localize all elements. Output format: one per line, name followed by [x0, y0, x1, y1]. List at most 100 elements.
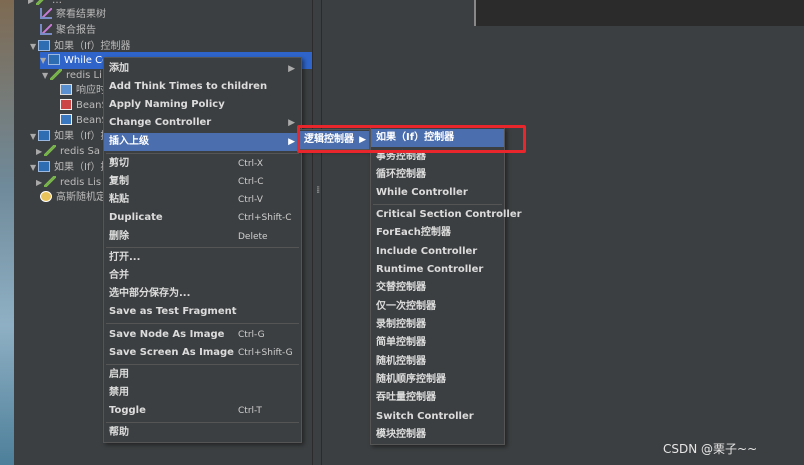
menu-item-label: 粘贴 — [109, 194, 129, 205]
menu-item-label: Change Controller — [109, 117, 212, 128]
menu-separator — [106, 323, 299, 324]
logic-controller-submenu: 如果（If）控制器 事务控制器 循环控制器 While Controller C… — [370, 127, 522, 445]
menu-item-save-selection-as[interactable]: 选中部分保存为... — [104, 285, 301, 303]
menu-item-apply-naming-policy[interactable]: Apply Naming Policy — [104, 96, 301, 114]
menu-item-change-controller[interactable]: Change Controller ▶ — [104, 114, 301, 132]
menu-item-include-controller[interactable]: Include Controller — [371, 243, 504, 261]
menu-item-label: Critical Section Controller — [376, 209, 522, 220]
menu-item-add[interactable]: 添加 ▶ — [104, 60, 301, 78]
menu-item-enable[interactable]: 启用 — [104, 366, 301, 384]
shortcut-label: Ctrl-G — [238, 330, 265, 340]
beanshell-icon — [60, 114, 72, 125]
menu-separator — [373, 204, 502, 205]
menu-item-label: 禁用 — [109, 387, 129, 398]
menu-item-runtime-controller[interactable]: Runtime Controller — [371, 261, 504, 279]
controller-icon — [38, 161, 50, 172]
menu-item-copy[interactable]: 复制 Ctrl-C — [104, 173, 301, 191]
menu-item-label: 复制 — [109, 176, 129, 187]
menu-item-while-controller[interactable]: While Controller — [371, 184, 504, 202]
menu-item-label: Apply Naming Policy — [109, 99, 225, 110]
tree-node-label: 高斯随机定 — [56, 192, 106, 203]
tree-node-label: 察看结果树 — [56, 9, 106, 20]
menu-item-loop-controller[interactable]: 循环控制器 — [371, 166, 504, 184]
shortcut-label: Ctrl-C — [238, 177, 264, 187]
menu-item-label: 随机控制器 — [376, 356, 426, 367]
shortcut-label: Ctrl-T — [238, 406, 262, 416]
shortcut-label: Ctrl-X — [238, 159, 263, 169]
menu-item-label: Save Screen As Image — [109, 347, 234, 358]
highlight-annotation-box — [297, 125, 526, 153]
tree-node-label: While Co — [64, 55, 109, 66]
assertion-icon — [60, 84, 72, 95]
chart-icon — [40, 8, 52, 19]
tree-node-redis-sampler[interactable]: ▶ redis Sa — [36, 143, 100, 160]
menu-item-critical-section-controller[interactable]: Critical Section Controller — [371, 206, 522, 224]
menu-item-save-as-test-fragment[interactable]: Save as Test Fragment — [104, 303, 301, 321]
menu-item-paste[interactable]: 粘贴 Ctrl-V — [104, 191, 301, 209]
menu-item-label: Runtime Controller — [376, 264, 484, 275]
sampler-icon — [44, 145, 56, 156]
menu-item-insert-parent[interactable]: 插入上级 ▶ — [104, 133, 301, 151]
menu-item-recording-controller[interactable]: 录制控制器 — [371, 316, 504, 334]
controller-icon — [38, 40, 50, 51]
shortcut-label: Ctrl-V — [238, 195, 263, 205]
menu-item-duplicate[interactable]: Duplicate Ctrl+Shift-C — [104, 209, 301, 227]
menu-item-label: Toggle — [109, 405, 146, 416]
chart-icon — [40, 24, 52, 35]
expand-toggle-icon[interactable]: ▼ — [42, 67, 50, 84]
menu-separator — [106, 153, 299, 154]
menu-item-module-controller[interactable]: 模块控制器 — [371, 426, 504, 444]
menu-item-label: 随机顺序控制器 — [376, 374, 446, 385]
menu-item-label: Save Node As Image — [109, 329, 225, 340]
sampler-icon — [50, 69, 62, 80]
menu-item-label: 模块控制器 — [376, 429, 426, 440]
menu-item-label: 选中部分保存为... — [109, 288, 191, 299]
menu-item-label: 插入上级 — [109, 136, 149, 147]
tree-node-label: 如果（If）控 — [54, 131, 111, 142]
menu-item-delete[interactable]: 删除 Delete — [104, 228, 301, 246]
menu-item-label: 仅一次控制器 — [376, 301, 436, 312]
menu-item-foreach-controller[interactable]: ForEach控制器 — [371, 224, 504, 242]
tree-node-beanshell[interactable]: BeanS — [60, 112, 108, 129]
menu-item-save-screen-as-image[interactable]: Save Screen As Image Ctrl+Shift-G — [104, 344, 301, 362]
sampler-icon — [36, 0, 48, 5]
splitter-grip-icon[interactable]: ⁞⁞ — [316, 185, 321, 196]
menu-item-label: ForEach控制器 — [376, 227, 451, 238]
menu-item-once-only-controller[interactable]: 仅一次控制器 — [371, 298, 504, 316]
menu-item-disable[interactable]: 禁用 — [104, 384, 301, 402]
menu-separator — [106, 422, 299, 423]
tree-node-gaussian-timer[interactable]: 高斯随机定 — [40, 189, 106, 206]
tree-node-label: redis Li — [66, 70, 102, 81]
menu-item-help[interactable]: 帮助 — [104, 424, 301, 442]
panel-splitter[interactable] — [312, 0, 322, 465]
tree-node-view-results[interactable]: 察看结果树 — [40, 6, 106, 23]
menu-item-random-order-controller[interactable]: 随机顺序控制器 — [371, 371, 504, 389]
menu-item-toggle[interactable]: Toggle Ctrl-T — [104, 402, 301, 420]
menu-item-label: 循环控制器 — [376, 169, 426, 180]
tree-node-label: 如果（If）控 — [54, 162, 111, 173]
editor-text-area[interactable] — [474, 0, 804, 26]
menu-item-open[interactable]: 打开... — [104, 249, 301, 267]
menu-item-add-think-times[interactable]: Add Think Times to children — [104, 78, 301, 96]
menu-item-save-node-as-image[interactable]: Save Node As Image Ctrl-G — [104, 326, 301, 344]
menu-item-label: 交替控制器 — [376, 282, 426, 293]
desktop-background — [0, 0, 14, 465]
menu-item-label: Include Controller — [376, 246, 478, 257]
menu-item-random-controller[interactable]: 随机控制器 — [371, 353, 504, 371]
tree-node-aggregate-report[interactable]: 聚合报告 — [40, 22, 96, 39]
sampler-icon — [44, 176, 56, 187]
controller-icon — [48, 54, 60, 65]
menu-item-simple-controller[interactable]: 简单控制器 — [371, 334, 504, 352]
menu-separator — [106, 247, 299, 248]
expand-toggle-icon[interactable]: ▼ — [30, 38, 38, 55]
menu-item-label: 剪切 — [109, 158, 129, 169]
expand-toggle-icon[interactable]: ▶ — [36, 143, 44, 160]
menu-item-switch-controller[interactable]: Switch Controller — [371, 408, 504, 426]
menu-item-label: 删除 — [109, 231, 129, 242]
menu-item-interleave-controller[interactable]: 交替控制器 — [371, 279, 504, 297]
menu-item-merge[interactable]: 合并 — [104, 267, 301, 285]
beanshell-icon — [60, 99, 72, 110]
tree-node-label: redis Sa — [60, 146, 101, 157]
menu-item-cut[interactable]: 剪切 Ctrl-X — [104, 155, 301, 173]
menu-item-throughput-controller[interactable]: 吞吐量控制器 — [371, 389, 504, 407]
